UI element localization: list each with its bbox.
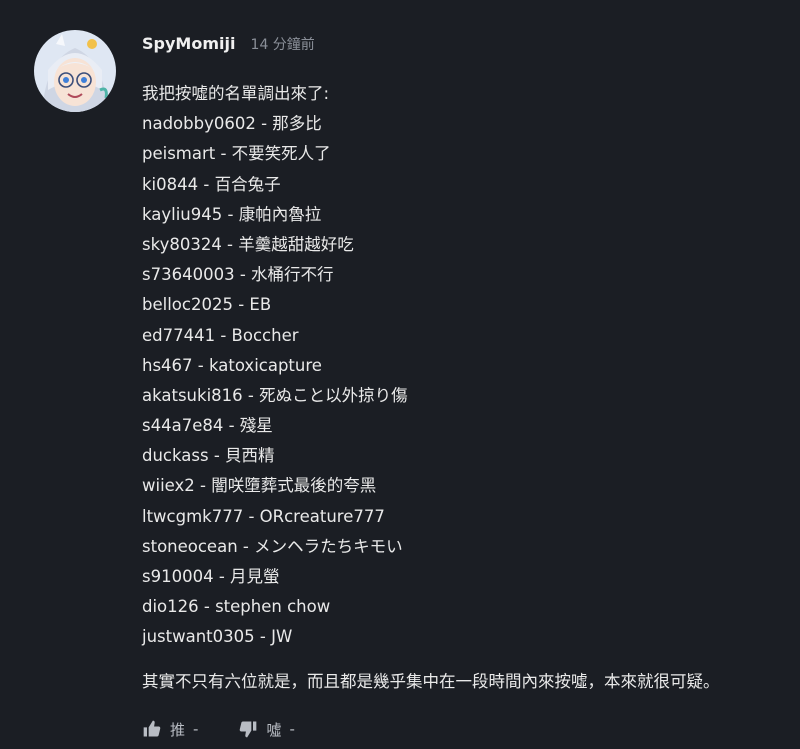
comment-note: 其實不只有六位就是，而且都是幾乎集中在一段時間內來按噓，本來就很可疑。	[142, 672, 720, 691]
dislike-button[interactable]: 噓 -	[238, 719, 295, 740]
timestamp[interactable]: 14 分鐘前	[251, 37, 315, 53]
dislike-count: -	[289, 720, 295, 738]
like-button[interactable]: 推 -	[142, 719, 198, 740]
comment-line: 我把按噓的名單調出來了:	[142, 84, 330, 103]
comment-actions: 推 - 噓 -	[142, 716, 295, 742]
comment-line: s910004 - 月見螢	[142, 567, 280, 586]
like-count: -	[193, 720, 199, 738]
dislike-label: 噓	[266, 720, 282, 739]
comment-line: wiiex2 - 闇咲墮葬式最後的夸黑	[142, 476, 377, 496]
comment-line: justwant0305 - JW	[142, 627, 293, 647]
comment-line: nadobby0602 - 那多比	[142, 114, 322, 134]
comment-line: s44a7e84 - 殘星	[142, 416, 273, 436]
comment-line: stoneocean - メンヘラたちキモい	[142, 536, 403, 556]
comment-line: hs467 - katoxicapture	[142, 355, 322, 375]
username[interactable]: SpyMomiji	[142, 34, 235, 53]
comment-line: duckass - 貝西精	[142, 446, 275, 466]
comment-header: SpyMomiji 14 分鐘前	[142, 34, 315, 54]
comment-line: ed77441 - Boccher	[142, 325, 299, 345]
comment-line: sky80324 - 羊羹越甜越好吃	[142, 234, 354, 254]
comment-body: 我把按噓的名單調出來了: nadobby0602 - 那多比 peismart …	[142, 79, 408, 653]
comment-line: akatsuki816 - 死ぬこと以外掠り傷	[142, 385, 408, 405]
comment-line: ki0844 - 百合兔子	[142, 174, 281, 194]
comment-line: s73640003 - 水桶行不行	[142, 265, 334, 285]
thumbs-down-icon	[240, 721, 257, 738]
comment-line: dio126 - stephen chow	[142, 597, 331, 617]
thumbs-up-icon	[143, 720, 161, 737]
comment-line: kayliu945 - 康帕內魯拉	[142, 204, 322, 224]
comment-line: peismart - 不要笑死人了	[142, 144, 331, 164]
comment-line: ltwcgmk777 - ORcreature777	[142, 506, 385, 526]
like-label: 推	[170, 720, 186, 739]
comment-line: belloc2025 - EB	[142, 295, 272, 315]
user-avatar[interactable]	[34, 30, 116, 112]
